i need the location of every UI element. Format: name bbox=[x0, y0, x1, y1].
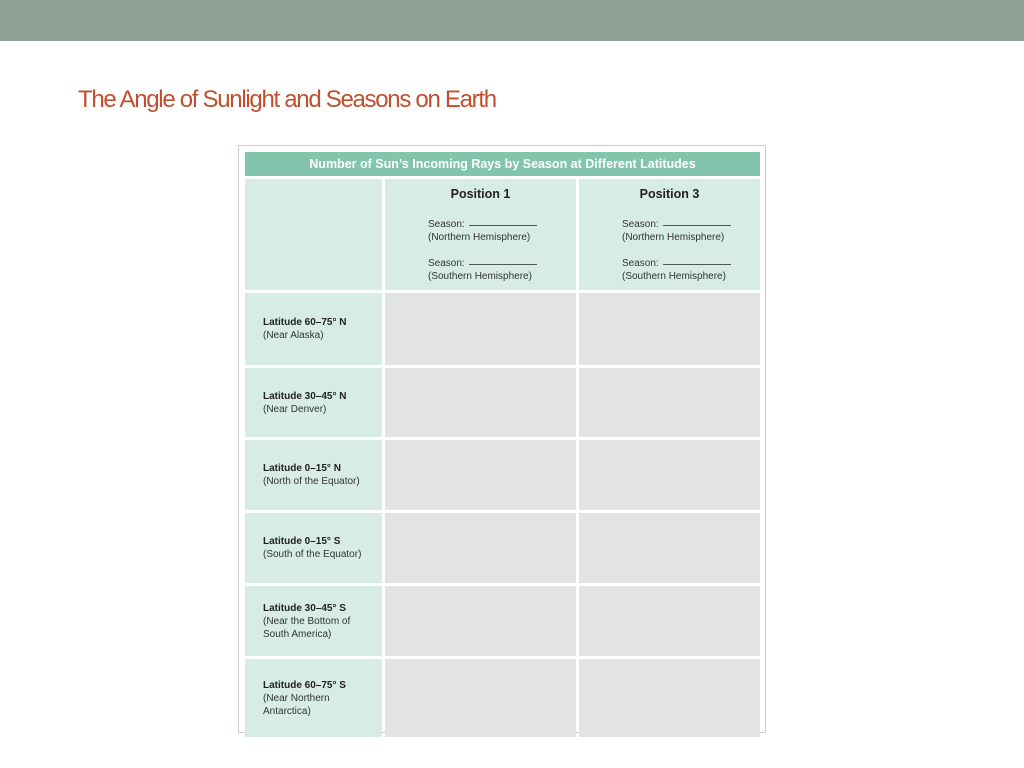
latitude-label: Latitude 30–45° S bbox=[263, 602, 346, 614]
table-grid: Number of Sun’s Incoming Rays by Season … bbox=[245, 152, 760, 737]
hemisphere-label: (Northern Hemisphere) bbox=[428, 232, 531, 243]
season-blank-line bbox=[662, 225, 731, 226]
position-3-header: Position 3 Season: (Northern Hemisphere)… bbox=[579, 179, 760, 290]
data-cell-row1-position3 bbox=[579, 293, 760, 365]
data-cell-row2-position3 bbox=[579, 368, 760, 437]
position-3-title: Position 3 bbox=[639, 187, 700, 201]
season-blank-line bbox=[662, 264, 731, 265]
data-cell-row6-position1 bbox=[385, 659, 576, 737]
position-3-north-season: Season: (Northern Hemisphere) bbox=[622, 218, 731, 244]
data-cell-row5-position1 bbox=[385, 586, 576, 656]
season-blank-line bbox=[468, 225, 537, 226]
latitude-label: Latitude 0–15° N bbox=[263, 463, 341, 474]
data-cell-row4-position3 bbox=[579, 513, 760, 583]
row-label-60-75-s: Latitude 60–75° S (Near Northern Antarct… bbox=[245, 659, 382, 737]
place-label: (North of the Equator) bbox=[263, 476, 360, 487]
data-cell-row3-position3 bbox=[579, 440, 760, 510]
place-label: (Near Denver) bbox=[263, 403, 327, 415]
table-corner-cell bbox=[245, 179, 382, 290]
data-cell-row3-position1 bbox=[385, 440, 576, 510]
season-label: Season: bbox=[428, 258, 465, 269]
hemisphere-label: (Northern Hemisphere) bbox=[622, 232, 725, 243]
row-label-30-45-n: Latitude 30–45° N (Near Denver) bbox=[245, 368, 382, 437]
position-1-header: Position 1 Season: (Northern Hemisphere)… bbox=[385, 179, 576, 290]
place-label: (South of the Equator) bbox=[263, 549, 362, 560]
latitude-label: Latitude 0–15° S bbox=[263, 536, 341, 547]
season-label: Season: bbox=[428, 219, 465, 230]
position-1-title: Position 1 bbox=[450, 187, 511, 201]
hemisphere-label: (Southern Hemisphere) bbox=[622, 271, 726, 282]
row-label-0-15-s: Latitude 0–15° S (South of the Equator) bbox=[245, 513, 382, 583]
row-label-0-15-n: Latitude 0–15° N (North of the Equator) bbox=[245, 440, 382, 510]
data-cell-row1-position1 bbox=[385, 293, 576, 365]
place-label: (Near Alaska) bbox=[263, 330, 324, 341]
season-label: Season: bbox=[622, 258, 659, 269]
latitude-label: Latitude 30–45° N bbox=[263, 390, 347, 402]
slide-title: The Angle of Sunlight and Seasons on Ear… bbox=[78, 86, 497, 113]
latitude-label: Latitude 60–75° N bbox=[263, 317, 347, 328]
latitude-season-table: Number of Sun’s Incoming Rays by Season … bbox=[238, 145, 766, 737]
data-cell-row4-position1 bbox=[385, 513, 576, 583]
place-label: (Near Northern Antarctica) bbox=[263, 692, 330, 717]
position-3-south-season: Season: (Southern Hemisphere) bbox=[622, 257, 731, 283]
position-1-south-season: Season: (Southern Hemisphere) bbox=[428, 257, 537, 283]
season-label: Season: bbox=[622, 219, 659, 230]
row-label-60-75-n: Latitude 60–75° N (Near Alaska) bbox=[245, 293, 382, 365]
position-1-north-season: Season: (Northern Hemisphere) bbox=[428, 218, 537, 244]
season-blank-line bbox=[468, 264, 537, 265]
data-cell-row5-position3 bbox=[579, 586, 760, 656]
data-cell-row6-position3 bbox=[579, 659, 760, 737]
latitude-label: Latitude 60–75° S bbox=[263, 679, 346, 691]
row-label-30-45-s: Latitude 30–45° S (Near the Bottom of So… bbox=[245, 586, 382, 656]
data-cell-row2-position1 bbox=[385, 368, 576, 437]
table-heading: Number of Sun’s Incoming Rays by Season … bbox=[245, 152, 760, 176]
hemisphere-label: (Southern Hemisphere) bbox=[428, 271, 532, 282]
top-banner bbox=[0, 0, 1024, 41]
place-label: (Near the Bottom of South America) bbox=[263, 615, 351, 640]
